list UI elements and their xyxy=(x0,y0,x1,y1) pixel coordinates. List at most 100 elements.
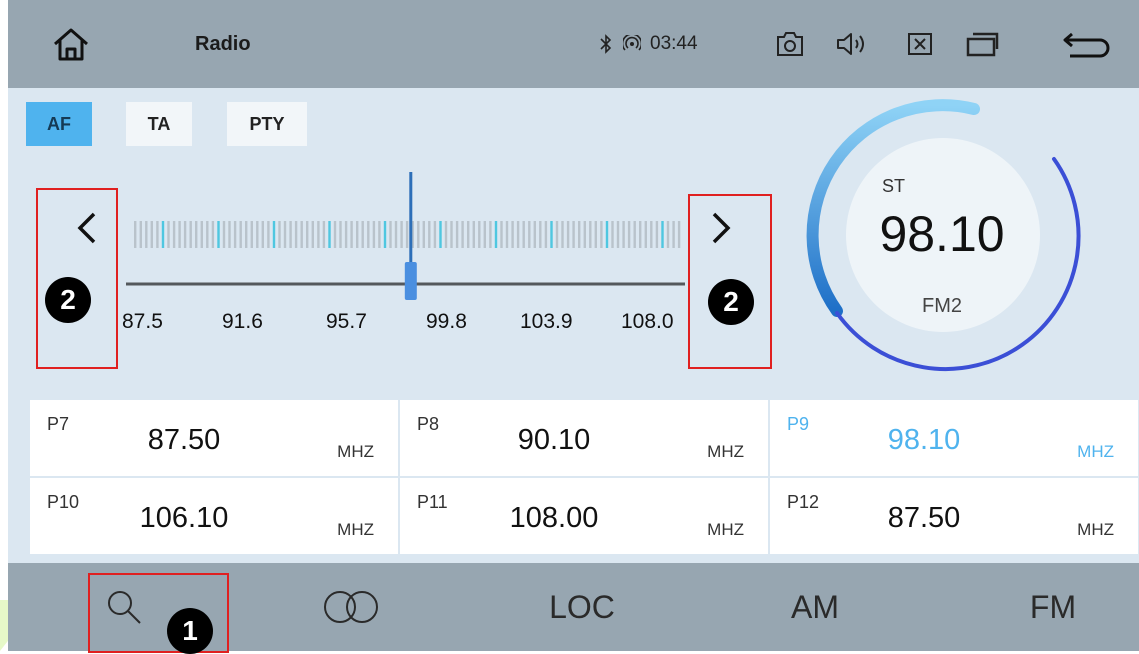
tuner-tick xyxy=(245,221,248,248)
tuner-tick xyxy=(594,221,597,248)
tuner-tick xyxy=(389,221,392,248)
tuner-tick xyxy=(550,221,553,248)
pty-button[interactable]: PTY xyxy=(227,102,307,146)
volume-icon[interactable] xyxy=(834,0,870,88)
scale-label: 108.0 xyxy=(621,310,674,333)
tuner-tick xyxy=(417,221,420,248)
tuner-tick xyxy=(566,221,570,248)
home-icon[interactable] xyxy=(46,0,96,88)
tuner-tick xyxy=(361,221,364,248)
tuner-tick xyxy=(172,221,176,248)
tuner-tick xyxy=(233,221,237,248)
tuner-tick xyxy=(467,221,470,248)
close-box-icon[interactable] xyxy=(902,0,938,88)
tuner-tick xyxy=(455,221,459,248)
preset-unit: MHZ xyxy=(707,442,744,461)
tuner-tick xyxy=(367,221,370,248)
tuner-tick xyxy=(505,221,509,248)
tuner-tick xyxy=(289,221,292,248)
tuner-tick xyxy=(666,221,670,248)
preset-unit: MHZ xyxy=(1077,442,1114,461)
app-title: Radio xyxy=(195,32,251,55)
preset-grid: P7 87.50 MHZ P8 90.10 MHZ P9 98.10 MHZ P… xyxy=(30,400,1138,554)
preset-p8[interactable]: P8 90.10 MHZ xyxy=(400,400,768,476)
tuner-tick xyxy=(572,221,575,248)
preset-frequency: 90.10 xyxy=(517,424,591,456)
tuner-tick xyxy=(150,221,153,248)
tuner-tick xyxy=(639,221,642,248)
preset-frequency: 106.10 xyxy=(139,502,229,534)
stereo-icon[interactable] xyxy=(316,563,386,651)
tuner-tick xyxy=(294,221,298,248)
tuner-tick xyxy=(394,221,398,248)
back-icon[interactable] xyxy=(1062,0,1112,88)
tuner-tick xyxy=(489,221,492,248)
loc-button[interactable]: LOC xyxy=(532,563,632,651)
windows-icon[interactable] xyxy=(962,0,1002,88)
tuner-tick xyxy=(544,221,548,248)
tuner-tick xyxy=(328,221,331,248)
tuner-tick xyxy=(600,221,603,248)
tuner-tick xyxy=(261,221,264,248)
tuner-tick xyxy=(356,221,359,248)
tuner-tick xyxy=(494,221,498,248)
radio-screen: Radio 03:44 AF TA PTY 87.5 91.6 95.7 99.… xyxy=(8,0,1139,651)
scale-label: 91.6 xyxy=(222,310,263,333)
tuner-tick xyxy=(272,221,276,248)
tuner-tick xyxy=(256,221,259,248)
preset-unit: MHZ xyxy=(337,520,374,539)
tuner-tick xyxy=(578,221,581,248)
tuner-tick xyxy=(383,221,387,248)
ta-button[interactable]: TA xyxy=(126,102,192,146)
tuner-tick xyxy=(461,221,464,248)
annotation-badge-1: 1 xyxy=(167,608,213,654)
tuner-tick xyxy=(483,221,486,248)
tuner-tick xyxy=(644,221,647,248)
tuner-tick xyxy=(139,221,142,248)
tuner-tick xyxy=(533,221,536,248)
tuner-tick xyxy=(372,221,376,248)
tuner-tick xyxy=(528,221,531,248)
preset-p7[interactable]: P7 87.50 MHZ xyxy=(30,400,398,476)
tuner-tick xyxy=(228,221,231,248)
tuner-tick xyxy=(250,221,253,248)
preset-unit: MHZ xyxy=(1077,520,1114,539)
tuner-tick xyxy=(156,221,159,248)
preset-p12[interactable]: P12 87.50 MHZ xyxy=(770,478,1138,554)
tuner-tick xyxy=(278,221,281,248)
tuner-tick xyxy=(655,221,659,248)
af-button[interactable]: AF xyxy=(26,102,92,146)
tuner-tick xyxy=(605,221,609,248)
tuner-tick xyxy=(589,221,592,248)
annotation-badge-2: 2 xyxy=(45,277,91,323)
tuner-tick xyxy=(317,221,320,248)
tuner-tick xyxy=(555,221,559,248)
bluetooth-icon xyxy=(594,0,618,88)
tuner-tick xyxy=(211,221,215,248)
annotation-badge-2: 2 xyxy=(708,279,754,325)
tuner-tick xyxy=(650,221,653,248)
tuner-tick xyxy=(500,221,503,248)
tuner-tick xyxy=(627,221,631,248)
preset-unit: MHZ xyxy=(337,442,374,461)
tuner-tick xyxy=(344,221,348,248)
fm-button[interactable]: FM xyxy=(1008,563,1098,651)
am-button[interactable]: AM xyxy=(770,563,860,651)
scale-label: 103.9 xyxy=(520,310,573,333)
scale-label: 87.5 xyxy=(122,310,163,333)
preset-p11[interactable]: P11 108.00 MHZ xyxy=(400,478,768,554)
tuner-needle-knob xyxy=(404,262,417,300)
tuner-tick xyxy=(422,221,425,248)
signal-icon xyxy=(620,0,644,88)
tuner-tick xyxy=(217,221,220,248)
camera-icon[interactable] xyxy=(772,0,808,88)
tuner-tick xyxy=(450,221,453,248)
tuner-scale[interactable] xyxy=(120,166,690,306)
preset-p10[interactable]: P10 106.10 MHZ xyxy=(30,478,398,554)
tuner-tick xyxy=(444,221,448,248)
tuner-tick xyxy=(522,221,525,248)
tuner-tick xyxy=(145,221,148,248)
preset-p9[interactable]: P9 98.10 MHZ xyxy=(770,400,1138,476)
preset-frequency: 87.50 xyxy=(887,502,961,534)
scale-label: 99.8 xyxy=(426,310,467,333)
